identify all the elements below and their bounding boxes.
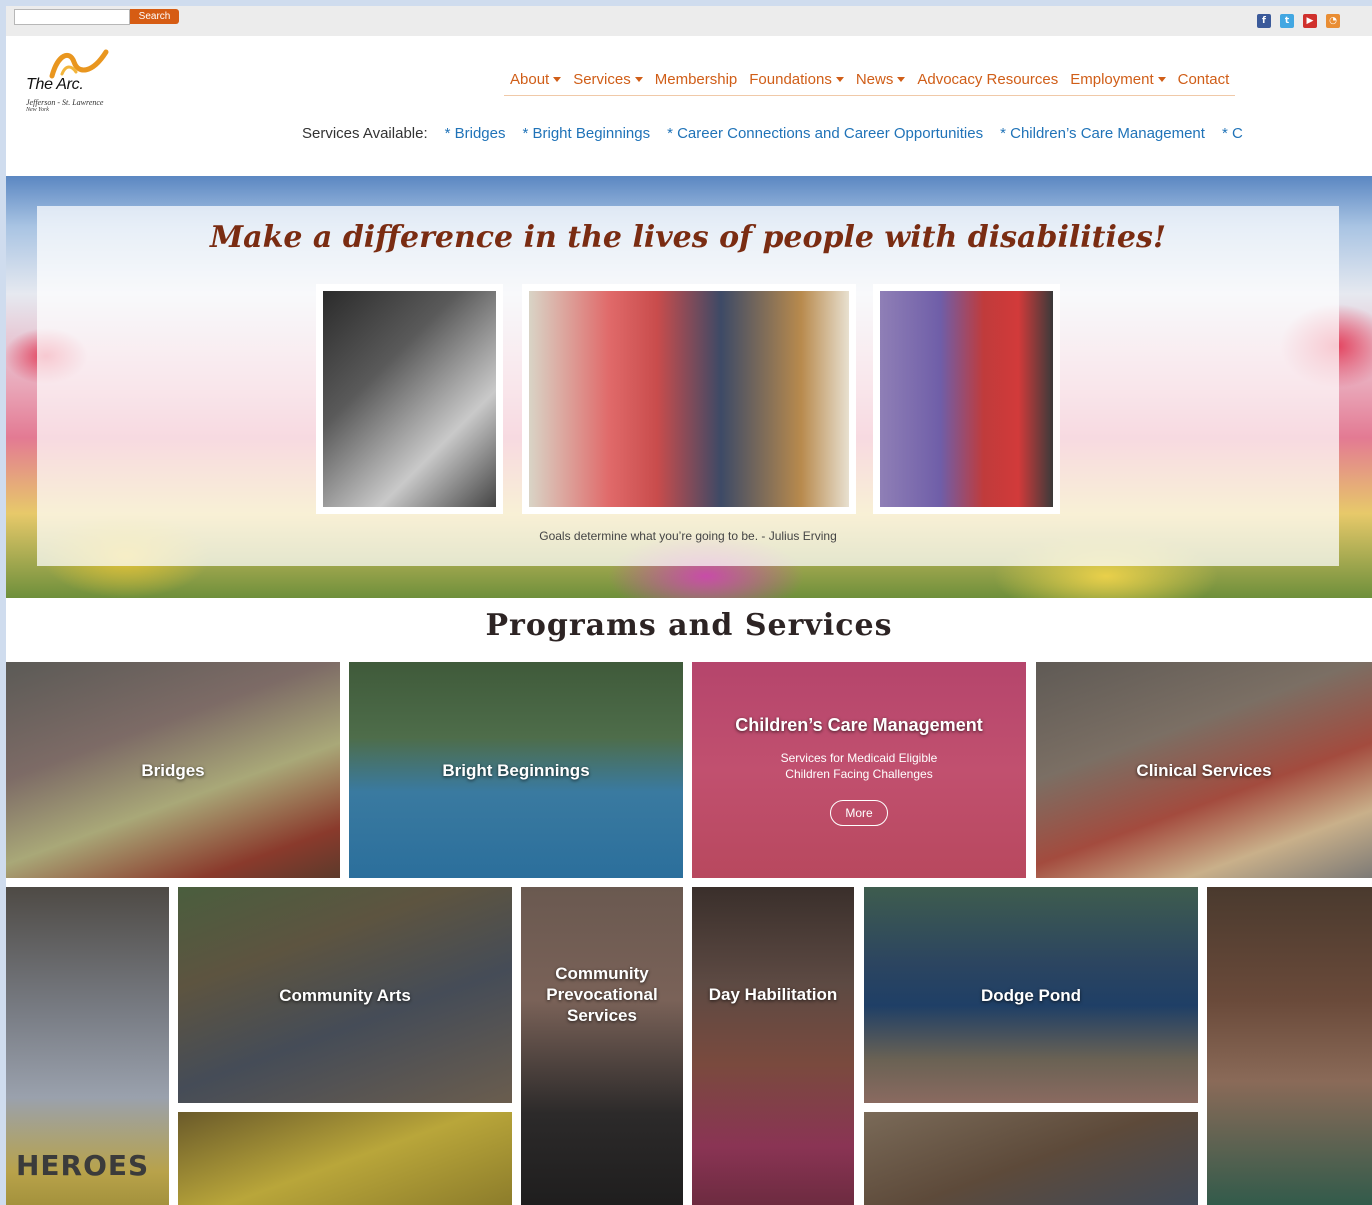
search-button[interactable]: Search bbox=[130, 9, 179, 24]
service-link-more[interactable]: * C bbox=[1222, 125, 1243, 142]
program-tile-bridges[interactable]: Bridges bbox=[6, 662, 340, 878]
tile-label: Community Prevocational Services bbox=[546, 963, 658, 1025]
nav-item-employment[interactable]: Employment bbox=[1070, 71, 1166, 88]
program-tile-dodge-pond[interactable]: Dodge Pond bbox=[864, 887, 1198, 1103]
nav-item-services[interactable]: Services bbox=[573, 71, 643, 88]
program-tile-day-habilitation[interactable]: Day Habilitation bbox=[692, 887, 854, 1205]
program-tile-heroes[interactable]: HEROES bbox=[6, 887, 169, 1205]
program-tile-childrens-care-management[interactable]: Children’s Care Management Services for … bbox=[692, 662, 1026, 878]
more-button[interactable]: More bbox=[830, 799, 888, 826]
top-bar: Search f t ▶ ◔ bbox=[6, 6, 1372, 36]
tile-label: Children’s Care Management bbox=[735, 714, 983, 735]
program-tile-community-prevocational[interactable]: Community Prevocational Services bbox=[521, 887, 683, 1205]
programs-title: Programs and Services bbox=[485, 608, 893, 643]
search-input[interactable] bbox=[14, 9, 130, 25]
caret-down-icon bbox=[1157, 77, 1166, 82]
site-logo[interactable]: The Arc. Jefferson - St. Lawrence New Yo… bbox=[26, 48, 126, 118]
hero-panel: Make a difference in the lives of people… bbox=[37, 206, 1339, 566]
logo-subtitle: Jefferson - St. Lawrence bbox=[26, 98, 104, 107]
nav-item-about[interactable]: About bbox=[510, 71, 562, 88]
tile-subtitle: Services for Medicaid Eligible Children … bbox=[780, 750, 938, 781]
program-tile-community-arts[interactable]: Community Arts bbox=[178, 887, 512, 1103]
caret-down-icon bbox=[897, 77, 906, 82]
nav-item-contact[interactable]: Contact bbox=[1178, 71, 1230, 88]
services-available-label: Services Available: bbox=[302, 125, 428, 142]
service-link-childrens-care[interactable]: * Children’s Care Management bbox=[1000, 125, 1205, 142]
nav-item-news[interactable]: News bbox=[856, 71, 906, 88]
caret-down-icon bbox=[553, 77, 562, 82]
hero-photo-1 bbox=[316, 284, 503, 514]
program-tile-bright-beginnings[interactable]: Bright Beginnings bbox=[349, 662, 683, 878]
service-link-bridges[interactable]: * Bridges bbox=[445, 125, 506, 142]
tile-label: Bright Beginnings bbox=[442, 760, 590, 780]
heroes-text: HEROES bbox=[16, 1149, 150, 1182]
hero-banner: Make a difference in the lives of people… bbox=[6, 176, 1372, 598]
nav-item-advocacy-resources[interactable]: Advocacy Resources bbox=[917, 71, 1058, 88]
service-link-bright-beginnings[interactable]: * Bright Beginnings bbox=[523, 125, 651, 142]
browser-frame: Search f t ▶ ◔ The Arc. Jefferson - St. … bbox=[0, 0, 1372, 1205]
hero-photo-3 bbox=[873, 284, 1060, 514]
facebook-icon[interactable]: f bbox=[1257, 14, 1271, 28]
youtube-icon[interactable]: ▶ bbox=[1303, 14, 1317, 28]
hero-title: Make a difference in the lives of people… bbox=[209, 220, 1167, 255]
hero-photo-2 bbox=[522, 284, 856, 514]
main-nav: About Services Membership Foundations Ne… bbox=[504, 64, 1236, 96]
logo-location: New York bbox=[26, 107, 49, 113]
hero-quote: Goals determine what you’re going to be.… bbox=[539, 529, 837, 543]
program-tile-row3-left[interactable] bbox=[178, 1112, 512, 1205]
nav-item-membership[interactable]: Membership bbox=[655, 71, 738, 88]
program-tile-clinical-services[interactable]: Clinical Services bbox=[1036, 662, 1372, 878]
tile-label: Community Arts bbox=[279, 985, 411, 1005]
tile-label: Day Habilitation bbox=[708, 984, 838, 1004]
tile-label: Clinical Services bbox=[1136, 760, 1272, 780]
caret-down-icon bbox=[835, 77, 844, 82]
tile-label: Dodge Pond bbox=[980, 985, 1082, 1005]
rss-icon[interactable]: ◔ bbox=[1326, 14, 1340, 28]
program-tile-right-edge[interactable] bbox=[1207, 887, 1372, 1205]
services-available-bar: Services Available: * Bridges * Bright B… bbox=[302, 125, 1243, 142]
logo-name: The Arc. bbox=[26, 76, 84, 93]
nav-item-foundations[interactable]: Foundations bbox=[749, 71, 844, 88]
social-links: f t ▶ ◔ bbox=[1257, 14, 1340, 28]
tile-label: Bridges bbox=[141, 760, 205, 780]
program-tile-row3-right[interactable] bbox=[864, 1112, 1198, 1205]
twitter-icon[interactable]: t bbox=[1280, 14, 1294, 28]
service-link-career-connections[interactable]: * Career Connections and Career Opportun… bbox=[667, 125, 983, 142]
caret-down-icon bbox=[634, 77, 643, 82]
